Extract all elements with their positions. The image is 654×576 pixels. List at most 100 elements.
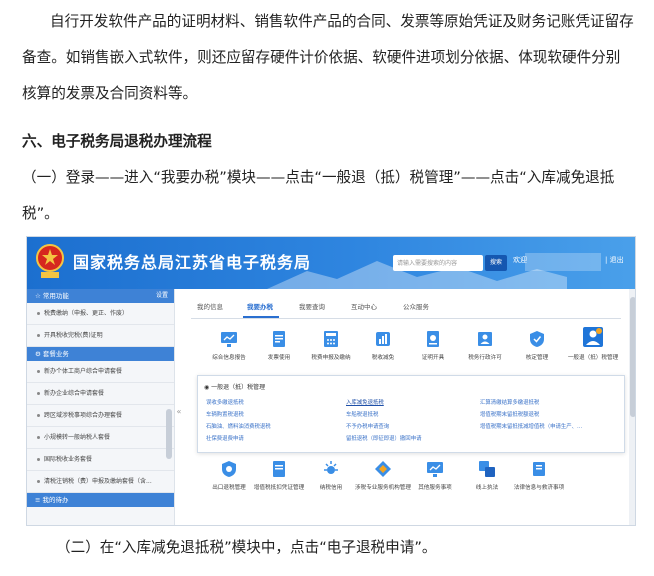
service-tax-relief[interactable]: 税收减免 <box>355 329 411 361</box>
popup-title-text: 一般退（抵）税管理 <box>211 384 266 391</box>
link-vessel-tax-refund[interactable]: 车船税退抵税 <box>346 410 378 418</box>
monitor-icon <box>221 332 237 347</box>
tab-query[interactable]: 我要查询 <box>299 301 325 311</box>
list-icon: ≡ <box>35 496 43 504</box>
main-tabs: 我的信息 我要办税 我要查询 互动中心 公众服务 <box>191 297 621 319</box>
link-vat-offset[interactable]: 增值税期末留抵抵减增值税（申请生产、... <box>480 422 582 430</box>
translate-icon <box>479 461 495 477</box>
tab-do-tax[interactable]: 我要办税 <box>247 301 273 311</box>
bullet-icon <box>37 370 40 373</box>
service-export-refund[interactable]: 出口退税管理 <box>201 459 257 491</box>
collapse-sidebar-icon[interactable]: « <box>175 405 183 419</box>
sidebar-item-label: 清税注销税（费）申报及缴纳套餐（含... <box>44 478 152 485</box>
sidebar-item-package-5[interactable]: 国际税收业务套餐 <box>27 449 174 471</box>
sidebar-head-package[interactable]: ⚙ 套餐业务 <box>27 347 174 361</box>
sidebar-item-label: 跨区域涉税事项综合办理套餐 <box>44 412 123 419</box>
star-icon: ☆ <box>35 292 43 300</box>
refund-user-icon <box>583 327 603 347</box>
sidebar-scrollbar[interactable] <box>166 409 172 459</box>
link-overpaid-refund[interactable]: 误收多缴退抵税 <box>206 398 244 406</box>
service-assessment[interactable]: 核定管理 <box>509 329 565 361</box>
sidebar-head-label: 常用功能 <box>42 292 69 300</box>
service-label: 税收减免 <box>371 355 395 361</box>
sidebar-item-package-1[interactable]: 新办个体工商户综合申请套餐 <box>27 361 174 383</box>
paragraph-step1: （一）登录——进入“我要办税”模块——点击“一般退（抵）税管理”——点击“入库减… <box>22 169 615 222</box>
paragraph-materials: 自行开发软件产品的证明材料、销售软件产品的合同、发票等原始凭证及财务记账凭证留存… <box>22 13 634 102</box>
service-certificate[interactable]: 证明开具 <box>405 329 461 361</box>
link-settlement-refund[interactable]: 汇算清缴结算多缴退抵税 <box>480 398 539 406</box>
service-refund-management[interactable]: 一般退（抵）税管理 <box>563 325 623 361</box>
service-admin-permit[interactable]: 税务行政许可 <box>457 329 513 361</box>
sidebar-head-todo[interactable]: ≡ 我的待办 <box>27 493 174 507</box>
service-invoice-use[interactable]: 发票使用 <box>251 329 307 361</box>
link-fuel-tax-refund[interactable]: 石脑油、燃料油消费税退税 <box>206 422 271 430</box>
service-legal[interactable]: 法律信息与救济事项 <box>511 459 567 491</box>
service-vat-voucher[interactable]: 增值税抵扣凭证管理 <box>251 459 307 491</box>
sidebar-item-package-6[interactable]: 清税注销税（费）申报及缴纳套餐（含... <box>27 471 174 493</box>
link-not-handled-query[interactable]: 不予办税申请查询 <box>346 422 389 430</box>
monitor-icon <box>427 462 443 477</box>
sidebar-item-package-2[interactable]: 新办企业综合申请套餐 <box>27 383 174 405</box>
sidebar-item-label: 开具税收完税(费)证明 <box>44 332 103 339</box>
service-other[interactable]: 其他服务事项 <box>407 459 463 491</box>
document-icon <box>273 331 285 347</box>
bar-chart-icon <box>376 332 390 346</box>
sidebar: ☆ 常用功能 设置 税费缴纳（申报、更正、作废） 开具税收完税(费)证明 ⚙ 套… <box>27 289 175 525</box>
service-label: 综合信息报告 <box>212 355 246 361</box>
service-agency[interactable]: 涉税专业服务机构管理 <box>355 459 411 491</box>
book-icon <box>533 462 545 476</box>
user-name-redacted <box>525 253 601 271</box>
user-card-icon <box>478 332 492 346</box>
popup-title: ◉ 一般退（抵）税管理 <box>204 382 265 391</box>
diamond-icon <box>375 461 391 477</box>
link-retention-withdraw[interactable]: 留抵退税（即征即退）撤回申请 <box>346 434 421 442</box>
sidebar-item-certificate[interactable]: 开具税收完税(费)证明 <box>27 325 174 347</box>
calculator-icon <box>324 331 338 347</box>
service-label: 发票使用 <box>267 355 291 361</box>
portal-screenshot: 国家税务总局江苏省电子税务局 请输入需要搜索的内容 搜索 欢迎 | 退出 ☆ 常… <box>26 236 636 526</box>
shield-icon <box>530 331 544 347</box>
service-info-report[interactable]: 综合信息报告 <box>201 329 257 361</box>
section-heading: 六、电子税务局退税办理流程 <box>22 133 212 150</box>
sidebar-head-label: 套餐业务 <box>42 350 69 358</box>
sidebar-item-label: 新办企业综合申请套餐 <box>44 390 105 397</box>
sidebar-item-label: 税费缴纳（申报、更正、作废） <box>44 310 129 317</box>
tax-emblem-icon <box>36 244 64 278</box>
service-label: 法律信息与救济事项 <box>513 485 565 491</box>
service-label: 涉税专业服务机构管理 <box>355 485 411 491</box>
tab-my-info[interactable]: 我的信息 <box>197 301 223 311</box>
service-credit[interactable]: 纳税信用 <box>303 459 359 491</box>
tab-interaction[interactable]: 互动中心 <box>351 301 377 311</box>
sidebar-item-package-3[interactable]: 跨区域涉税事项综合办理套餐 <box>27 405 174 427</box>
bullet-icon <box>37 458 40 461</box>
service-tax-declare[interactable]: 税费申报及缴纳 <box>303 329 359 361</box>
bullet-icon <box>37 480 40 483</box>
sidebar-head-label: 我的待办 <box>42 496 69 504</box>
service-online-enforcement[interactable]: 线上执法 <box>459 459 515 491</box>
search-button[interactable]: 搜索 <box>485 255 507 271</box>
refund-submenu-popup: ◉ 一般退（抵）税管理 误收多缴退抵税 车辆购置税退税 石脑油、燃料油消费税退税… <box>197 375 625 453</box>
bullet-icon <box>37 436 40 439</box>
link-reduction-refund[interactable]: 入库减免退抵税 <box>346 398 384 406</box>
link-social-refund[interactable]: 社保费退费申请 <box>206 434 244 442</box>
active-tab-indicator <box>243 316 279 318</box>
bullet-icon <box>37 334 40 337</box>
sidebar-item-label: 国际税收业务套餐 <box>44 456 93 463</box>
bullet-icon <box>37 312 40 315</box>
service-label: 核定管理 <box>525 355 549 361</box>
sidebar-head-common[interactable]: ☆ 常用功能 设置 <box>27 289 174 303</box>
service-label: 线上执法 <box>475 485 499 491</box>
shield-icon <box>222 461 236 477</box>
search-input[interactable]: 请输入需要搜索的内容 <box>393 255 483 271</box>
link-vehicle-tax-refund[interactable]: 车辆购置税退税 <box>206 410 244 418</box>
main-scrollbar-thumb[interactable] <box>630 297 635 417</box>
service-label: 证明开具 <box>421 355 445 361</box>
sidebar-item-tax-payment[interactable]: 税费缴纳（申报、更正、作废） <box>27 303 174 325</box>
sidebar-settings-link[interactable]: 设置 <box>156 289 168 303</box>
site-title: 国家税务总局江苏省电子税务局 <box>73 253 312 272</box>
tab-public-service[interactable]: 公众服务 <box>403 301 429 311</box>
link-vat-retention-refund[interactable]: 增值税期末留抵税额退税 <box>480 410 539 418</box>
service-label: 纳税信用 <box>319 485 343 491</box>
logout-link[interactable]: | 退出 <box>605 255 624 265</box>
sidebar-item-package-4[interactable]: 小规模转一般纳税人套餐 <box>27 427 174 449</box>
